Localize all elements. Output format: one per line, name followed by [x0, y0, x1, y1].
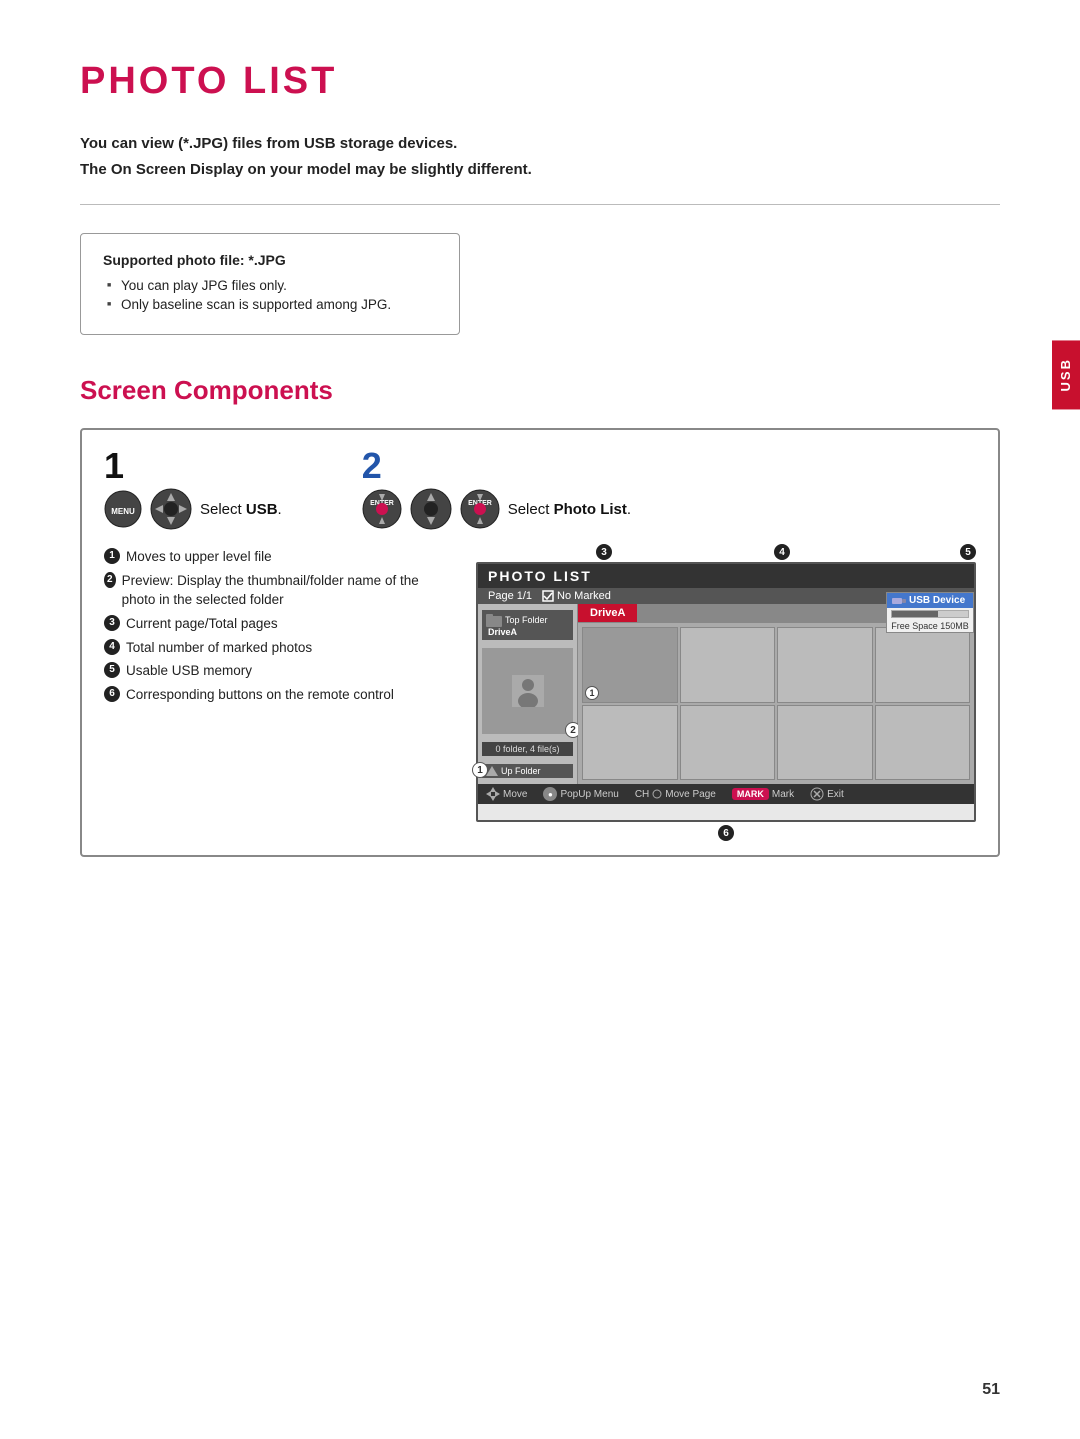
list-item-4: 4 Total number of marked photos: [104, 639, 456, 658]
info-box-item-2: Only baseline scan is supported among JP…: [107, 297, 437, 312]
step-2: 2 ENTER: [362, 448, 631, 530]
footer-exit: Exit: [810, 787, 844, 801]
menu-button-icon: MENU: [104, 490, 142, 528]
screen-footer: Move ● PopUp Menu CH Move Page: [478, 784, 974, 804]
grid-cell-7: [777, 705, 873, 781]
step-2-number: 2: [362, 448, 631, 484]
step-1-label: Select USB.: [200, 501, 282, 518]
exit-icon: [810, 787, 824, 801]
folder-count: 0 folder, 4 file(s): [482, 742, 573, 756]
footer-popup: ● PopUp Menu: [543, 787, 618, 801]
folder-icon: [486, 613, 502, 627]
info-box-list: You can play JPG files only. Only baseli…: [103, 278, 437, 312]
grid-cell-5: [582, 705, 678, 781]
grid-callout-1: 1: [585, 686, 599, 700]
footer-mark: MARK Mark: [732, 788, 794, 800]
footer-ch: CH Move Page: [635, 789, 716, 800]
grid-cell-4: [875, 627, 971, 703]
enter-button-icon-2: ENTER: [460, 489, 500, 529]
list-item-3: 3 Current page/Total pages: [104, 615, 456, 634]
preview-area: 2: [482, 648, 573, 734]
ann-4: 4: [104, 639, 120, 655]
ann-callout-1-badge: 1: [472, 762, 488, 778]
ann-2: 2: [104, 572, 116, 588]
step-2-label: Select Photo List.: [508, 501, 631, 518]
diagram-box: 1 MENU: [80, 428, 1000, 857]
grid-cell-8: [875, 705, 971, 781]
step-1-number: 1: [104, 448, 282, 484]
page-info: Page 1/1: [488, 590, 532, 602]
move-arrows-icon: [486, 787, 500, 801]
grid-cell-1: 1: [582, 627, 678, 703]
checkbox-icon: [542, 590, 554, 602]
ann-callout-6: 6: [718, 825, 734, 841]
info-box-item-1: You can play JPG files only.: [107, 278, 437, 293]
screen-body: Top Folder DriveA: [478, 604, 974, 784]
page-title: PHOTO LIST: [80, 60, 1000, 103]
up-folder-area: Up Folder 1: [482, 764, 573, 778]
nav-dial-icon-2: [410, 488, 452, 530]
active-folder-tab: DriveA: [578, 604, 637, 622]
list-item-6: 6 Corresponding buttons on the remote co…: [104, 686, 456, 705]
ann-3: 3: [104, 615, 120, 631]
section-title: Screen Components: [80, 375, 1000, 406]
popup-circle-icon: ●: [543, 787, 557, 801]
person-placeholder-icon: [512, 675, 544, 707]
grid-cell-3: [777, 627, 873, 703]
ch-icon: [652, 789, 662, 799]
mark-badge: MARK: [732, 788, 769, 800]
list-item-2: 2 Preview: Display the thumbnail/folder …: [104, 572, 456, 610]
top-folder-item: Top Folder DriveA: [482, 610, 573, 640]
step-1: 1 MENU: [104, 448, 282, 530]
ann-callout-3: 3: [596, 544, 612, 560]
screen-sidebar: Top Folder DriveA: [478, 604, 578, 784]
list-item-1: 1 Moves to upper level file: [104, 548, 456, 567]
usb-badge: USB Device Free Space 150MB: [886, 592, 974, 633]
info-box: Supported photo file: *.JPG You can play…: [80, 233, 460, 335]
divider: [80, 204, 1000, 205]
grid-cell-2: [680, 627, 776, 703]
ann-callout-4: 4: [774, 544, 790, 560]
nav-dial-icon-1: [150, 488, 192, 530]
footer-move: Move: [486, 787, 527, 801]
ann-6: 6: [104, 686, 120, 702]
enter-button-icon-1: ENTER: [362, 489, 402, 529]
ann-5: 5: [104, 662, 120, 678]
screen-mockup: PHOTO LIST Page 1/1 No Marked: [476, 562, 976, 822]
intro-text: You can view (*.JPG) files from USB stor…: [80, 131, 1000, 182]
usb-tab: USB: [1052, 340, 1080, 409]
usb-icon: [892, 596, 906, 606]
grid-cell-6: [680, 705, 776, 781]
screen-header: PHOTO LIST: [478, 564, 974, 588]
info-box-title: Supported photo file: *.JPG: [103, 252, 437, 268]
svg-text:MENU: MENU: [111, 507, 135, 516]
page-number: 51: [982, 1381, 1000, 1399]
numbered-list: 1 Moves to upper level file 2 Preview: D…: [104, 548, 456, 705]
ann-callout-5: 5: [960, 544, 976, 560]
list-item-5: 5 Usable USB memory: [104, 662, 456, 681]
photo-grid: 1: [578, 623, 974, 784]
ann-1: 1: [104, 548, 120, 564]
